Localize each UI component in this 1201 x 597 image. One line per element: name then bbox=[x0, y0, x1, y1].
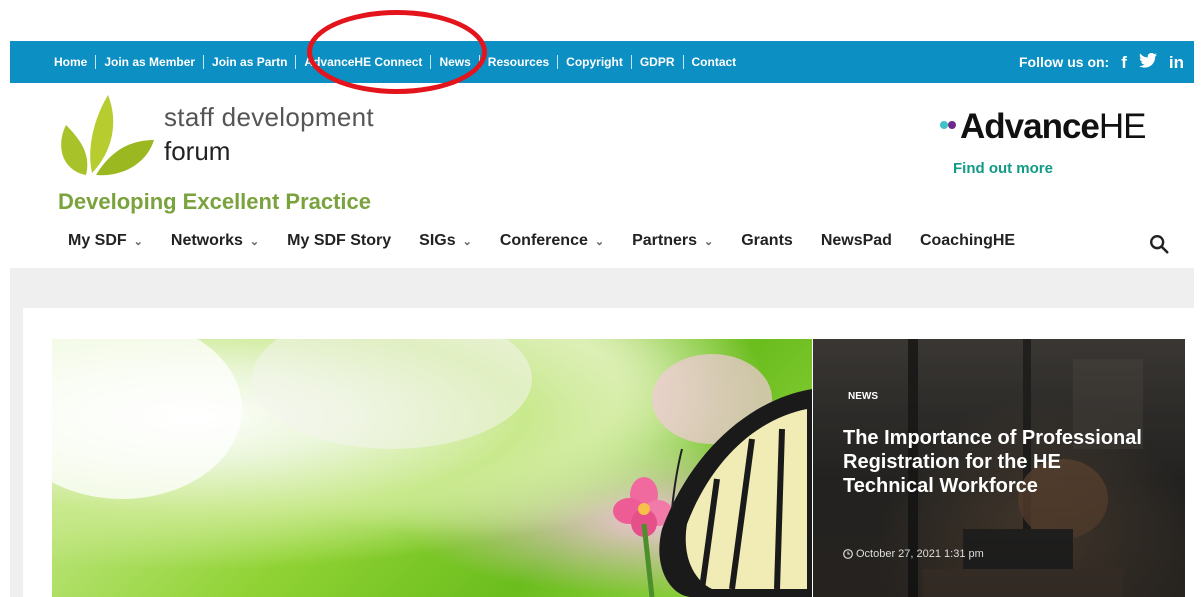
top-link-copyright[interactable]: Copyright bbox=[558, 55, 631, 69]
top-link-advancehe-connect[interactable]: AdvanceHE Connect bbox=[296, 55, 430, 69]
brand-name-line1: staff development bbox=[164, 102, 374, 132]
advancehe-logo-bold: Advance bbox=[960, 107, 1100, 146]
butterfly-illustration bbox=[52, 339, 812, 597]
top-link-contact[interactable]: Contact bbox=[684, 55, 745, 69]
nav-sigs[interactable]: SIGs ⌄ bbox=[419, 232, 472, 250]
top-link-resources[interactable]: Resources bbox=[480, 55, 557, 69]
top-links: Home Join as Member Join as Partn Advanc… bbox=[54, 55, 744, 69]
nav-label: Conference bbox=[499, 232, 588, 249]
nav-my-sdf-story[interactable]: My SDF Story bbox=[287, 232, 391, 250]
nav-networks[interactable]: Networks ⌄ bbox=[171, 232, 259, 250]
follow-label: Follow us on: bbox=[1019, 54, 1110, 70]
nav-label: Networks bbox=[170, 232, 243, 249]
caret-down-icon: ⌄ bbox=[133, 235, 143, 248]
top-link-gdpr[interactable]: GDPR bbox=[632, 55, 683, 69]
nav-coachinghe[interactable]: CoachingHE bbox=[920, 232, 1015, 250]
nav-conference[interactable]: Conference ⌄ bbox=[500, 232, 604, 250]
facebook-icon[interactable]: f bbox=[1121, 54, 1127, 71]
feature-date: October 27, 2021 1:31 pm bbox=[856, 548, 984, 560]
feature-headline[interactable]: The Importance of Professional Registrat… bbox=[843, 426, 1143, 498]
feature-meta: October 27, 2021 1:31 pm bbox=[843, 548, 984, 560]
twitter-icon[interactable] bbox=[1138, 52, 1157, 71]
caret-down-icon: ⌄ bbox=[462, 235, 472, 248]
clock-icon bbox=[843, 549, 853, 559]
nav-newspad[interactable]: NewsPad bbox=[821, 232, 892, 250]
linkedin-icon[interactable]: in bbox=[1169, 54, 1184, 71]
nav-grants[interactable]: Grants bbox=[741, 232, 793, 250]
brand-tagline: Developing Excellent Practice bbox=[58, 189, 372, 214]
follow-us: Follow us on: f in bbox=[1019, 52, 1184, 71]
nav-label: Grants bbox=[741, 232, 793, 249]
nav-label: My SDF Story bbox=[287, 232, 392, 249]
sdf-logo[interactable] bbox=[56, 95, 154, 181]
advancehe-dots-icon bbox=[938, 117, 960, 137]
top-link-home[interactable]: Home bbox=[54, 55, 95, 69]
search-icon[interactable] bbox=[1148, 233, 1170, 255]
caret-down-icon: ⌄ bbox=[249, 235, 260, 248]
nav-label: NewsPad bbox=[820, 232, 892, 249]
find-out-more-link[interactable]: Find out more bbox=[953, 160, 1053, 177]
main-nav: My SDF ⌄ Networks ⌄ My SDF Story SIGs ⌄ Con… bbox=[68, 232, 1043, 250]
top-link-join-partner[interactable]: Join as Partn bbox=[204, 55, 295, 69]
advancehe-logo[interactable]: Advance HE bbox=[938, 107, 1147, 147]
nav-label: SIGs bbox=[419, 232, 456, 249]
top-link-join-member[interactable]: Join as Member bbox=[96, 55, 203, 69]
advancehe-logo-thin: HE bbox=[1098, 107, 1147, 146]
category-tag[interactable]: NEWS bbox=[848, 391, 878, 402]
nav-label: My SDF bbox=[68, 232, 127, 249]
top-bar: Home Join as Member Join as Partn Advanc… bbox=[10, 41, 1194, 83]
caret-down-icon: ⌄ bbox=[594, 235, 605, 248]
nav-partners[interactable]: Partners ⌄ bbox=[632, 232, 713, 250]
hero-butterfly-image[interactable] bbox=[52, 339, 812, 597]
nav-label: CoachingHE bbox=[919, 232, 1016, 249]
nav-my-sdf[interactable]: My SDF ⌄ bbox=[68, 232, 143, 250]
top-link-news[interactable]: News bbox=[431, 55, 478, 69]
nav-label: Partners bbox=[632, 232, 698, 249]
brand-name-line2: forum bbox=[164, 136, 231, 166]
caret-down-icon: ⌄ bbox=[704, 235, 714, 248]
